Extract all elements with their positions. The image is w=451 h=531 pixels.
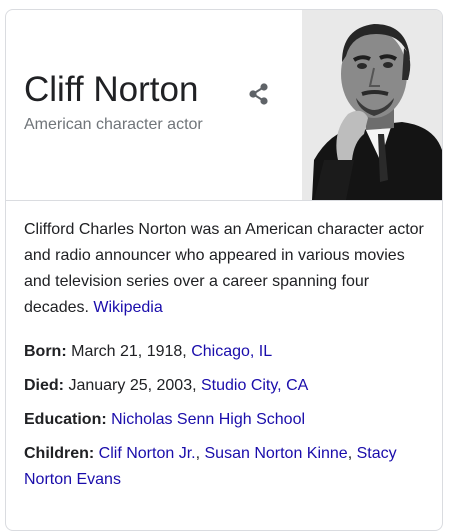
fact-value-born: March 21, 1918, xyxy=(71,343,187,360)
header-divider xyxy=(6,200,442,201)
child-link[interactable]: Clif Norton Jr. xyxy=(99,445,196,462)
fact-label-children: Children: xyxy=(24,445,95,462)
fact-label-born: Born: xyxy=(24,343,67,360)
fact-born: Born: March 21, 1918, Chicago, IL xyxy=(24,339,429,365)
children-separator: , xyxy=(195,445,201,462)
share-button[interactable] xyxy=(246,80,272,108)
entity-title: Cliff Norton xyxy=(24,70,199,109)
wikipedia-link[interactable]: Wikipedia xyxy=(93,299,162,316)
portrait-photo[interactable] xyxy=(302,10,442,200)
fact-died: Died: January 25, 2003, Studio City, CA xyxy=(24,373,429,399)
education-link[interactable]: Nicholas Senn High School xyxy=(111,411,305,428)
born-place-link[interactable]: Chicago, IL xyxy=(191,343,272,360)
children-separator: , xyxy=(347,445,353,462)
fact-label-died: Died: xyxy=(24,377,64,394)
entity-subtitle: American character actor xyxy=(24,116,203,133)
fact-label-education: Education: xyxy=(24,411,107,428)
entity-description: Clifford Charles Norton was an American … xyxy=(24,217,424,321)
fact-children: Children: Clif Norton Jr., Susan Norton … xyxy=(24,441,429,493)
fact-value-died: January 25, 2003, xyxy=(68,377,197,394)
description-text: Clifford Charles Norton was an American … xyxy=(24,221,424,316)
knowledge-panel: Cliff Norton American character actor Cl… xyxy=(5,9,443,531)
child-link[interactable]: Susan Norton Kinne xyxy=(205,445,348,462)
share-icon xyxy=(249,83,268,105)
death-place-link[interactable]: Studio City, CA xyxy=(201,377,308,394)
panel-header: Cliff Norton American character actor xyxy=(6,10,442,200)
fact-education: Education: Nicholas Senn High School xyxy=(24,407,429,433)
